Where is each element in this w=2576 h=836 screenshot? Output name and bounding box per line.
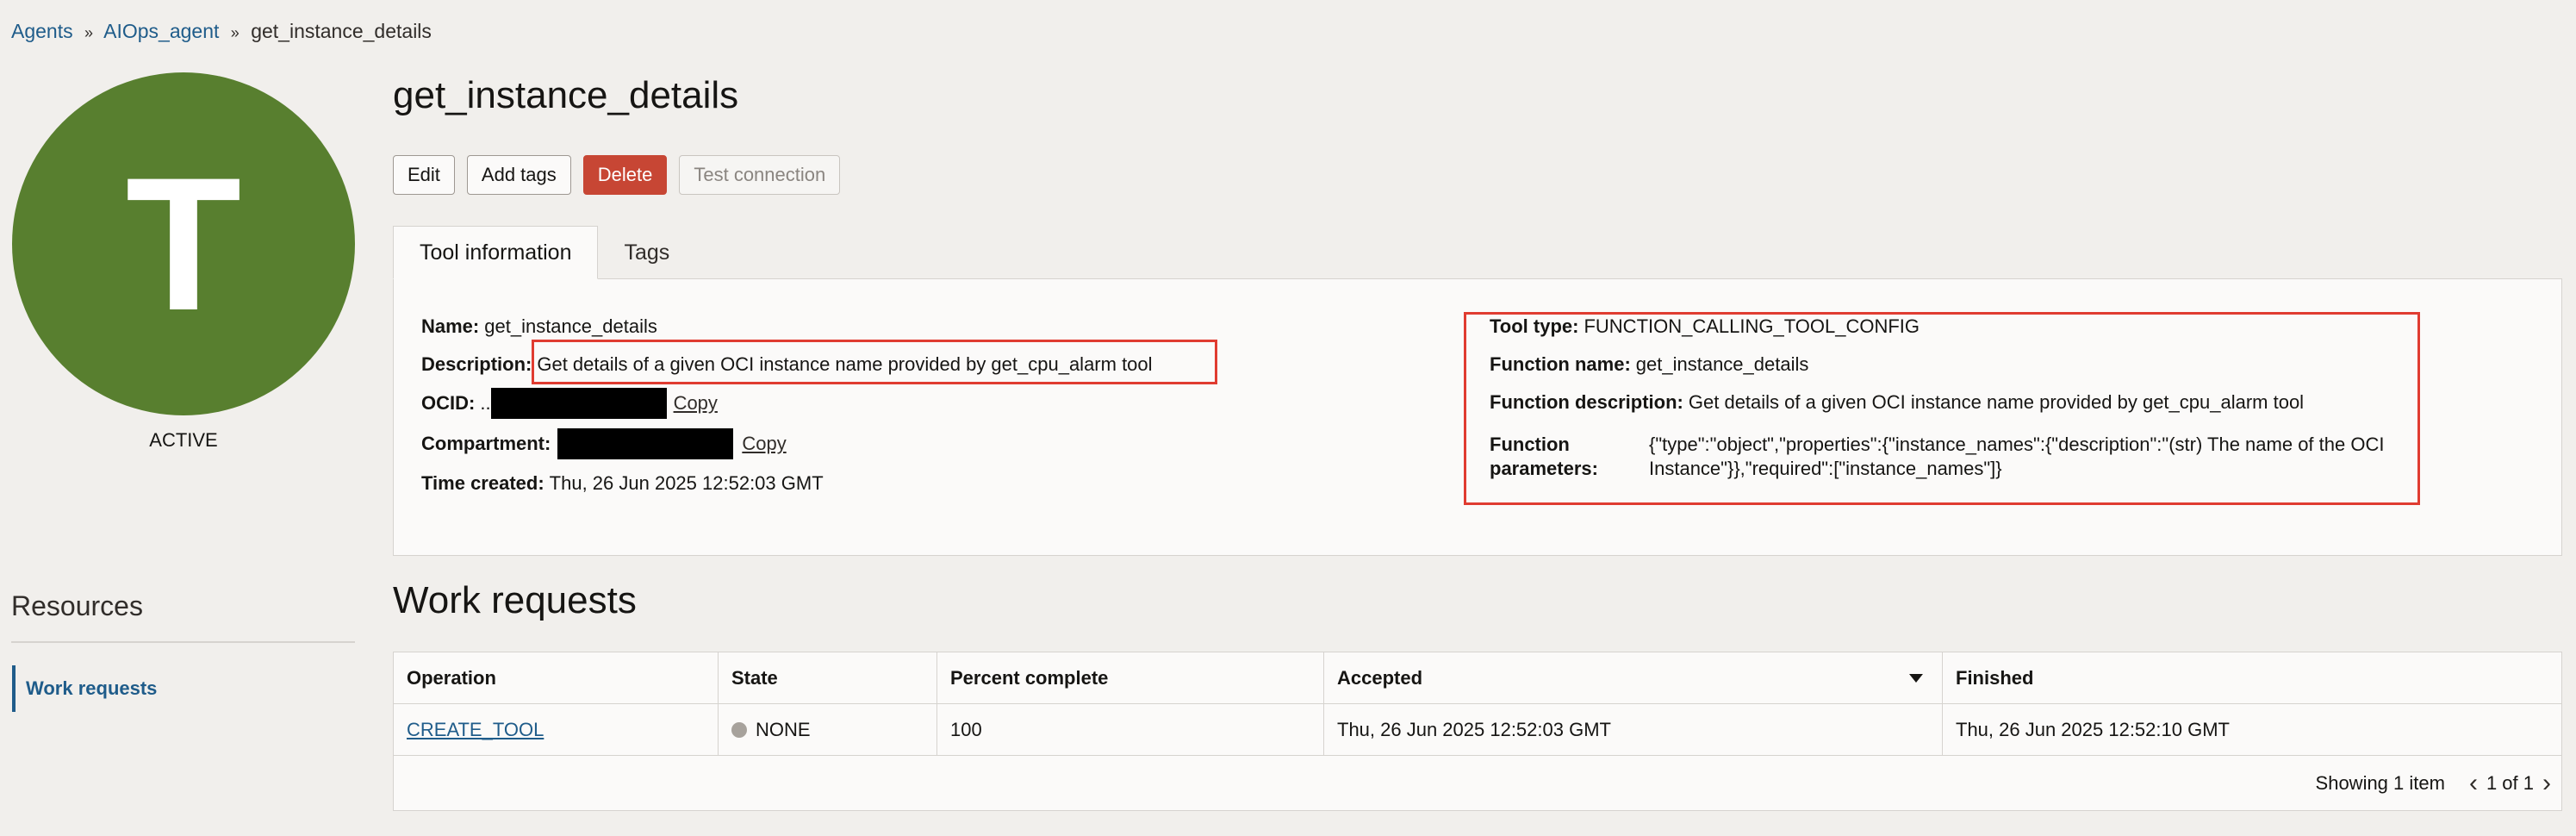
breadcrumb-aiops-agent[interactable]: AIOps_agent — [103, 20, 219, 42]
operation-link[interactable]: CREATE_TOOL — [407, 719, 544, 741]
add-tags-button[interactable]: Add tags — [466, 155, 571, 195]
operation-cell: CREATE_TOOL — [394, 704, 719, 755]
table-header: Operation State Percent complete Accepte… — [394, 652, 2561, 704]
function-details-highlight-box — [1464, 312, 2420, 505]
breadcrumb-separator: » — [230, 24, 240, 41]
page: Agents » AIOps_agent » get_instance_deta… — [0, 0, 2576, 836]
page-indicator: 1 of 1 — [2486, 772, 2534, 794]
finished-cell: Thu, 26 Jun 2025 12:52:10 GMT — [1956, 718, 2230, 740]
resources-item-work-requests[interactable]: Work requests — [12, 665, 227, 712]
accepted-cell: Thu, 26 Jun 2025 12:52:03 GMT — [1324, 704, 1943, 755]
column-header-state: State — [719, 652, 937, 703]
breadcrumb: Agents » AIOps_agent » get_instance_deta… — [11, 19, 432, 45]
previous-page-icon[interactable]: ‹ — [2469, 770, 2478, 796]
state-cell: NONE — [719, 704, 937, 755]
time-created-value: Thu, 26 Jun 2025 12:52:03 GMT — [549, 472, 824, 494]
compartment-copy-link[interactable]: Copy — [742, 433, 786, 455]
table-footer: Showing 1 item ‹ 1 of 1 › — [2316, 756, 2561, 811]
test-connection-button[interactable]: Test connection — [679, 155, 841, 195]
action-bar: Edit Add tags Delete Test connection — [393, 155, 841, 195]
tab-bar: Tool information Tags — [393, 226, 695, 279]
avatar-letter: T — [125, 138, 242, 350]
percent-complete-cell: 100 — [937, 704, 1324, 755]
column-header-finished: Finished — [1956, 666, 2034, 689]
ocid-prefix: .. — [480, 392, 491, 414]
name-value: get_instance_details — [484, 315, 657, 337]
name-label: Name: — [421, 315, 480, 337]
edit-button[interactable]: Edit — [393, 155, 455, 195]
compartment-row: Compartment: Copy — [421, 428, 787, 459]
sort-descending-icon[interactable] — [1909, 673, 1923, 683]
table-row: CREATE_TOOL NONE 100 Thu, 26 Jun 2025 12… — [394, 704, 2561, 756]
tab-tool-information[interactable]: Tool information — [393, 226, 599, 279]
time-created-label: Time created: — [421, 472, 544, 494]
time-created-row: Time created: Thu, 26 Jun 2025 12:52:03 … — [421, 472, 824, 495]
compartment-redacted — [557, 428, 734, 459]
resources-title: Resources — [11, 590, 143, 621]
state-dot-icon — [731, 721, 747, 738]
ocid-redacted — [490, 388, 667, 419]
ocid-label: OCID: — [421, 392, 476, 414]
compartment-label: Compartment: — [421, 433, 551, 454]
ocid-copy-link[interactable]: Copy — [674, 392, 718, 415]
page-title: get_instance_details — [393, 74, 739, 116]
state-value: NONE — [756, 718, 811, 740]
accepted-header-label: Accepted — [1337, 666, 1423, 689]
breadcrumb-separator: » — [84, 24, 94, 41]
breadcrumb-current: get_instance_details — [251, 20, 432, 42]
column-header-accepted[interactable]: Accepted — [1324, 652, 1943, 703]
status-label: ACTIVE — [149, 429, 218, 451]
column-header-operation: Operation — [394, 652, 719, 703]
description-highlight-box — [532, 340, 1217, 384]
tool-avatar: T — [12, 72, 355, 415]
showing-count: Showing 1 item — [2315, 772, 2445, 794]
work-requests-table: Operation State Percent complete Accepte… — [393, 652, 2562, 811]
name-row: Name: get_instance_details — [421, 315, 657, 338]
delete-button[interactable]: Delete — [582, 155, 668, 195]
pagination: ‹ 1 of 1 › — [2469, 770, 2551, 796]
tool-information-panel: Name: get_instance_details Description: … — [393, 278, 2562, 556]
breadcrumb-agents[interactable]: Agents — [11, 20, 73, 42]
column-header-percent-complete: Percent complete — [937, 652, 1324, 703]
next-page-icon[interactable]: › — [2542, 770, 2551, 796]
tab-tags[interactable]: Tags — [598, 226, 695, 279]
work-requests-title: Work requests — [393, 579, 637, 621]
description-label: Description: — [421, 353, 532, 375]
ocid-row: OCID: .. Copy — [421, 388, 718, 419]
resources-divider — [11, 641, 355, 643]
